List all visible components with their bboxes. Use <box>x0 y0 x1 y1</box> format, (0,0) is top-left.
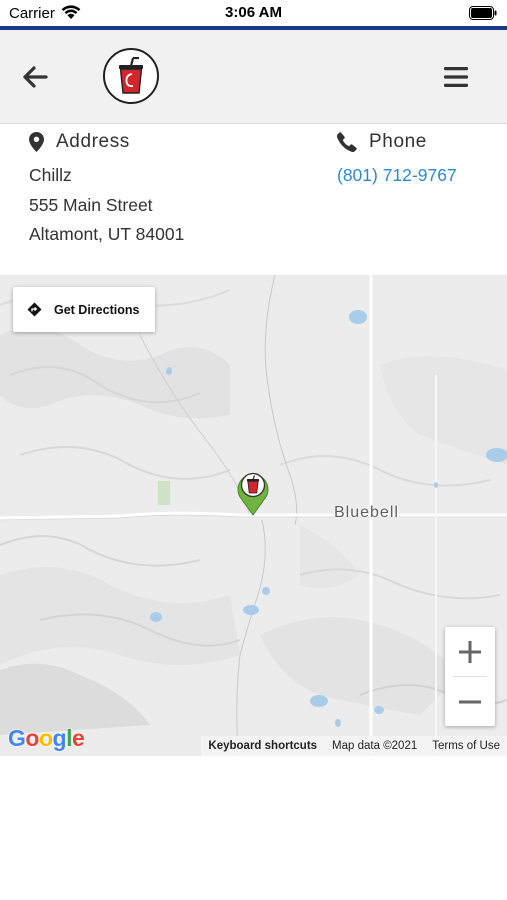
street-address: 555 Main Street <box>29 194 153 215</box>
battery-icon <box>469 6 497 20</box>
hamburger-menu-icon <box>444 67 468 87</box>
map-marker-cup-icon <box>237 472 269 516</box>
business-name: Chillz <box>29 165 72 185</box>
directions-diamond-icon <box>27 302 42 317</box>
get-directions-label: Get Directions <box>54 302 140 317</box>
address-heading-label: Address <box>56 131 130 152</box>
phone-icon <box>337 132 357 152</box>
menu-button[interactable] <box>438 60 474 94</box>
drink-cup-logo <box>119 57 143 94</box>
plus-icon <box>459 640 481 663</box>
address-block: Address Chillz 555 Main Street Altamont,… <box>29 130 319 250</box>
arrow-left-icon <box>23 66 48 88</box>
zoom-controls <box>445 627 495 726</box>
map-data-credit: Map data ©2021 <box>332 740 418 752</box>
minus-icon <box>459 700 481 703</box>
phone-number-link[interactable]: (801) 712-9767 <box>337 165 457 185</box>
map-place-label: Bluebell <box>334 504 399 521</box>
app-logo[interactable] <box>103 48 159 104</box>
location-marker[interactable] <box>236 470 270 516</box>
address-heading: Address <box>29 130 319 154</box>
zoom-in-button[interactable] <box>445 627 495 676</box>
city-state-zip: Altamont, UT 84001 <box>29 224 185 244</box>
get-directions-button[interactable]: Get Directions <box>13 287 155 332</box>
map-pin-icon <box>29 132 44 152</box>
zoom-out-button[interactable] <box>445 677 495 726</box>
google-logo: Google <box>8 725 85 751</box>
phone-block: Phone (801) 712-9767 <box>337 130 507 191</box>
map-attribution: Keyboard shortcuts Map data ©2021 Terms … <box>201 736 507 756</box>
phone-heading-label: Phone <box>369 131 427 152</box>
location-info: Address Chillz 555 Main Street Altamont,… <box>0 124 507 274</box>
phone-heading: Phone <box>337 130 507 154</box>
map-view[interactable]: Get Directions Bluebell Google Keyboard … <box>0 275 507 756</box>
status-time: 3:06 AM <box>225 4 282 21</box>
app-header <box>0 30 507 124</box>
keyboard-shortcuts-link[interactable]: Keyboard shortcuts <box>208 740 317 752</box>
status-bar: Carrier 3:06 AM <box>0 0 507 26</box>
back-button[interactable] <box>18 60 52 94</box>
terms-of-use-link[interactable]: Terms of Use <box>432 740 500 752</box>
